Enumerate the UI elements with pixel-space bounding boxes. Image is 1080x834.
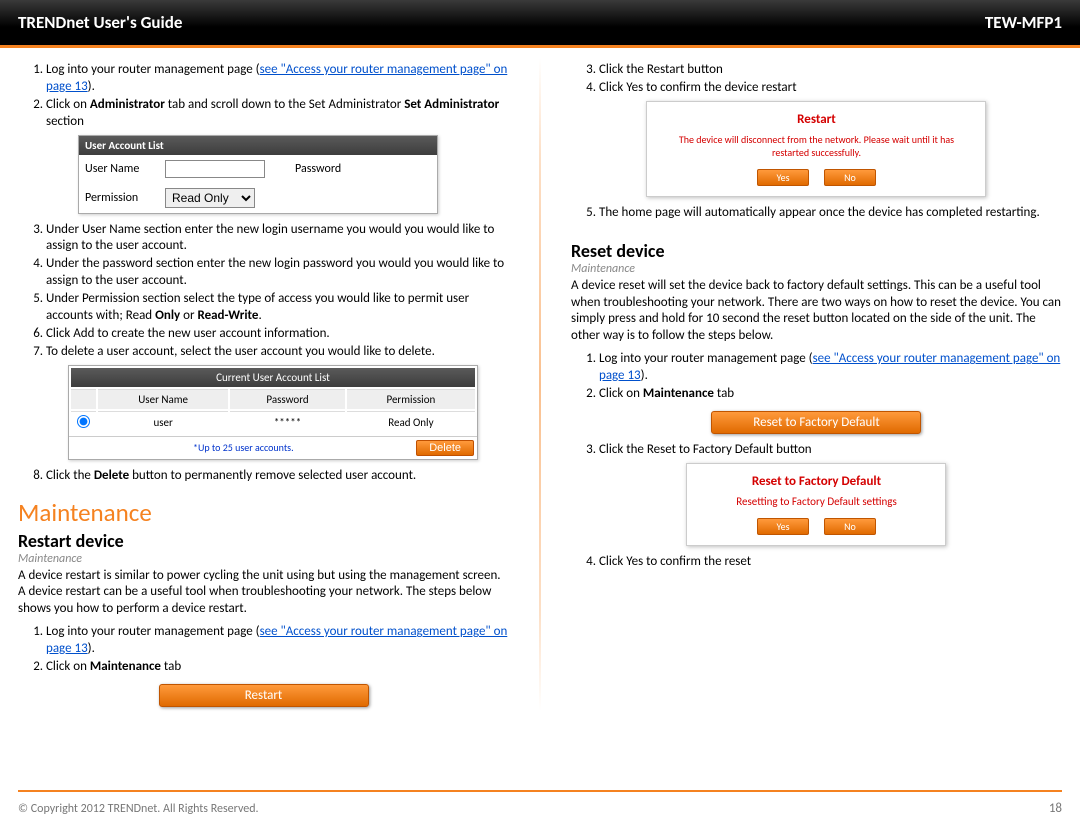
footer-divider — [18, 790, 1062, 792]
model-number: TEW-MFP1 — [985, 12, 1062, 33]
list-item: Click on Maintenance tab — [46, 659, 509, 676]
username-label: User Name — [85, 162, 155, 176]
col-username: User Name — [98, 389, 228, 409]
dialog-message: The device will disconnect from the netw… — [665, 133, 967, 159]
delete-button[interactable]: Delete — [416, 440, 474, 456]
dialog-title: Reset to Factory Default — [705, 474, 927, 489]
permission-select[interactable]: Read Only — [165, 188, 255, 208]
yes-button[interactable]: Yes — [757, 169, 809, 186]
panel-title: User Account List — [79, 136, 437, 155]
page-number: 18 — [1049, 801, 1062, 816]
list-item: Under the password section enter the new… — [46, 256, 509, 290]
list-item: Under Permission section select the type… — [46, 291, 509, 325]
list-item: Log into your router management page (se… — [46, 624, 509, 658]
user-account-panel: User Account List User Name Password Per… — [78, 135, 438, 214]
list-item: Click the Reset to Factory Default butto… — [599, 442, 1062, 459]
list-item: Click Yes to confirm the reset — [599, 554, 1062, 571]
row-radio[interactable] — [77, 415, 90, 428]
account-footnote: *Up to 25 user accounts. — [189, 437, 298, 458]
col-permission: Permission — [347, 389, 475, 409]
list-item: Log into your router management page (se… — [46, 62, 509, 96]
maintenance-heading: Maintenance — [18, 497, 509, 528]
list-item: Under User Name section enter the new lo… — [46, 222, 509, 256]
right-column: Click the Restart button Click Yes to co… — [571, 58, 1062, 711]
list-item: Click the Restart button — [599, 62, 1062, 79]
list-item: Click on Administrator tab and scroll do… — [46, 97, 509, 131]
restart-heading: Restart device — [18, 530, 509, 552]
dialog-title: Restart — [665, 112, 967, 127]
username-input[interactable] — [165, 160, 265, 178]
password-label: Password — [295, 162, 365, 176]
current-user-panel: Current User Account List User Name Pass… — [68, 365, 478, 460]
list-item: Click on Maintenance tab — [599, 386, 1062, 403]
no-button[interactable]: No — [824, 518, 876, 535]
breadcrumb: Maintenance — [571, 262, 1062, 276]
list-item: Click Yes to confirm the device restart — [599, 80, 1062, 97]
permission-label: Permission — [85, 191, 155, 205]
col-password: Password — [230, 389, 344, 409]
page-header: TRENDnet User's Guide TEW-MFP1 — [0, 0, 1080, 48]
reset-dialog: Reset to Factory Default Resetting to Fa… — [686, 463, 946, 546]
list-item: To delete a user account, select the use… — [46, 344, 509, 361]
guide-title: TRENDnet User's Guide — [18, 12, 182, 33]
no-button[interactable]: No — [824, 169, 876, 186]
left-column: Log into your router management page (se… — [18, 58, 509, 711]
reset-factory-button[interactable]: Reset to Factory Default — [711, 411, 921, 434]
list-item: Click the Delete button to permanently r… — [46, 468, 509, 485]
yes-button[interactable]: Yes — [757, 518, 809, 535]
column-divider — [539, 58, 541, 711]
breadcrumb: Maintenance — [18, 552, 509, 566]
list-item: The home page will automatically appear … — [599, 205, 1062, 222]
copyright: © Copyright 2012 TRENDnet. All Rights Re… — [18, 802, 259, 816]
restart-description: A device restart is similar to power cyc… — [18, 568, 509, 619]
reset-description: A device reset will set the device back … — [571, 278, 1062, 346]
restart-button[interactable]: Restart — [159, 684, 369, 707]
table-row: user ***** Read Only — [71, 411, 475, 434]
panel-title: Current User Account List — [71, 368, 475, 387]
list-item: Log into your router management page (se… — [599, 351, 1062, 385]
dialog-message: Resetting to Factory Default settings — [705, 495, 927, 508]
restart-dialog: Restart The device will disconnect from … — [646, 101, 986, 197]
list-item: Click Add to create the new user account… — [46, 326, 509, 343]
reset-heading: Reset device — [571, 240, 1062, 262]
